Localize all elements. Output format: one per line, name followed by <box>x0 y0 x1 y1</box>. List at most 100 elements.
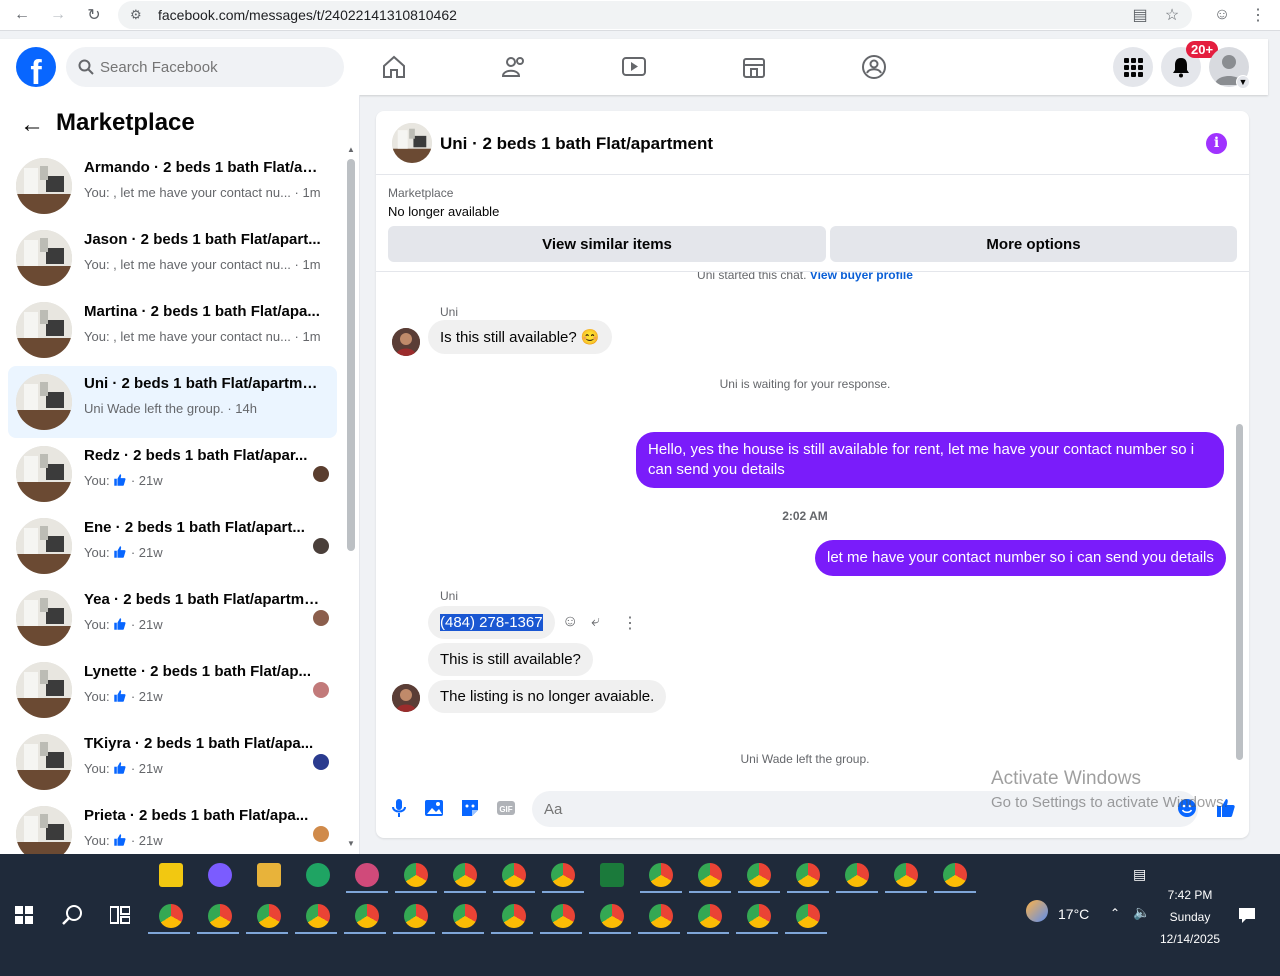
home-icon[interactable] <box>380 53 408 81</box>
friends-icon[interactable] <box>500 53 528 81</box>
notification-center-icon[interactable] <box>1238 906 1256 924</box>
taskbar-app-icon[interactable] <box>159 863 183 887</box>
conversation-item[interactable]: Jason · 2 beds 1 bath Flat/apart... You: … <box>8 222 337 294</box>
weather-temperature[interactable]: 17°C <box>1058 906 1089 922</box>
taskbar-app-icon[interactable] <box>306 863 330 887</box>
taskbar-app-icon[interactable] <box>257 863 281 887</box>
taskbar-search-icon[interactable] <box>61 904 83 926</box>
chrome-window-icon[interactable] <box>600 904 624 928</box>
install-app-icon[interactable]: ▤ <box>1128 4 1152 26</box>
listing-thumbnail[interactable] <box>392 123 432 163</box>
taskbar-app-icon[interactable] <box>747 863 771 887</box>
system-clock[interactable]: 7:42 PM Sunday 12/14/2025 <box>1160 884 1220 950</box>
scroll-down-icon[interactable]: ▼ <box>347 839 355 848</box>
groups-icon[interactable] <box>860 53 888 81</box>
taskbar-app-icon[interactable] <box>943 863 967 887</box>
site-info-icon[interactable]: ⚙ <box>130 7 142 23</box>
tray-chevron-icon[interactable]: ⌃ <box>1110 906 1120 920</box>
chrome-window-icon[interactable] <box>502 904 526 928</box>
chrome-window-icon[interactable] <box>649 904 673 928</box>
incoming-message[interactable]: This is still available? <box>428 643 593 676</box>
taskbar-app-icon[interactable] <box>355 863 379 887</box>
conversation-item[interactable]: TKiyra · 2 beds 1 bath Flat/apa... You: ·… <box>8 726 337 798</box>
back-arrow-icon[interactable]: ← <box>20 111 44 139</box>
address-bar[interactable]: ⚙ facebook.com/messages/t/24022141310810… <box>118 1 1192 29</box>
chrome-window-icon[interactable] <box>257 904 281 928</box>
chrome-window-icon[interactable] <box>306 904 330 928</box>
taskbar-app-icon[interactable] <box>600 863 624 887</box>
taskbar-app-icon[interactable] <box>453 863 477 887</box>
incoming-message[interactable]: The listing is no longer avaiable. <box>428 680 667 713</box>
sender-avatar[interactable] <box>392 328 420 356</box>
conversation-item[interactable]: Yea · 2 beds 1 bath Flat/apartment You: ·… <box>8 582 337 654</box>
conversation-name: Martina · 2 beds 1 bath Flat/apa... <box>84 303 320 320</box>
microphone-icon[interactable] <box>388 797 410 819</box>
windows-start-icon[interactable] <box>15 906 33 924</box>
chrome-window-icon[interactable] <box>698 904 722 928</box>
sidebar-scrollbar[interactable] <box>347 159 355 551</box>
browser-menu-icon[interactable]: ⋮ <box>1246 4 1270 26</box>
taskbar-app-icon[interactable] <box>894 863 918 887</box>
outgoing-message[interactable]: let me have your contact number so i can… <box>815 540 1226 576</box>
taskbar-app-icon[interactable] <box>551 863 575 887</box>
chrome-window-icon[interactable] <box>159 904 183 928</box>
taskbar-app-icon[interactable] <box>698 863 722 887</box>
conversation-item[interactable]: Redz · 2 beds 1 bath Flat/apar... You: · … <box>8 438 337 510</box>
incoming-message[interactable]: Is this still available? 😊 <box>428 320 612 354</box>
profile-icon[interactable]: ☺ <box>1210 4 1234 26</box>
chrome-window-icon[interactable] <box>747 904 771 928</box>
view-buyer-profile-link[interactable]: View buyer profile <box>810 272 913 282</box>
incoming-message-phone[interactable]: (484) 278-1367 <box>428 606 555 639</box>
more-options-button[interactable]: More options <box>830 226 1237 262</box>
chrome-window-icon[interactable] <box>404 904 428 928</box>
chrome-window-icon[interactable] <box>796 904 820 928</box>
taskbar-app-icon[interactable] <box>649 863 673 887</box>
search-input[interactable] <box>100 47 330 87</box>
chat-scrollbar[interactable] <box>1236 424 1243 760</box>
task-view-icon[interactable] <box>110 906 130 924</box>
sender-avatar[interactable] <box>392 684 420 712</box>
facebook-logo-icon[interactable]: f <box>16 47 56 87</box>
conversation-item[interactable]: Martina · 2 beds 1 bath Flat/apa... You: … <box>8 294 337 366</box>
conversation-item[interactable]: Prieta · 2 beds 1 bath Flat/apa... You: ·… <box>8 798 337 854</box>
weather-icon[interactable] <box>1026 900 1048 922</box>
taskbar-app-icon[interactable] <box>502 863 526 887</box>
network-icon[interactable]: ▤ <box>1133 866 1146 883</box>
chrome-window-icon[interactable] <box>453 904 477 928</box>
conversation-item[interactable]: Uni · 2 beds 1 bath Flat/apartment Uni Wa… <box>8 366 337 438</box>
reload-icon[interactable]: ↻ <box>82 4 106 26</box>
conversation-item[interactable]: Ene · 2 beds 1 bath Flat/apart... You: · … <box>8 510 337 582</box>
clock-time: 7:42 PM <box>1167 888 1213 902</box>
bookmark-star-icon[interactable]: ☆ <box>1160 4 1184 26</box>
conversation-item[interactable]: Armando · 2 beds 1 bath Flat/ap... You: ,… <box>8 150 337 222</box>
reply-icon[interactable]: ⤶ <box>591 613 600 631</box>
info-icon[interactable]: i <box>1206 133 1227 154</box>
scroll-up-icon[interactable]: ▲ <box>347 145 355 154</box>
chrome-window-icon[interactable] <box>355 904 379 928</box>
marketplace-icon[interactable] <box>740 53 768 81</box>
view-similar-items-button[interactable]: View similar items <box>388 226 826 262</box>
sticker-icon[interactable] <box>459 797 481 819</box>
chrome-window-icon[interactable] <box>551 904 575 928</box>
back-icon[interactable]: ← <box>10 4 34 26</box>
menu-grid-button[interactable] <box>1113 47 1153 87</box>
more-actions-icon[interactable]: ⋮ <box>622 613 638 633</box>
forward-icon[interactable]: → <box>46 4 70 26</box>
photo-icon[interactable] <box>423 797 445 819</box>
taskbar-app-icon[interactable] <box>404 863 428 887</box>
volume-icon[interactable]: 🔈 <box>1133 904 1150 921</box>
taskbar-app-icon[interactable] <box>845 863 869 887</box>
chrome-window-icon[interactable] <box>208 904 232 928</box>
conversation-item[interactable]: Lynette · 2 beds 1 bath Flat/ap... You: ·… <box>8 654 337 726</box>
gif-icon[interactable]: GIF <box>495 797 517 819</box>
selected-phone-text[interactable]: (484) 278-1367 <box>440 614 543 631</box>
outgoing-message[interactable]: Hello, yes the house is still available … <box>636 432 1224 488</box>
chevron-down-icon[interactable]: ▼ <box>1236 75 1250 89</box>
search-box[interactable] <box>66 47 344 87</box>
chat-title[interactable]: Uni · 2 beds 1 bath Flat/apartment <box>440 134 713 154</box>
taskbar-app-icon[interactable] <box>796 863 820 887</box>
svg-text:GIF: GIF <box>499 805 512 814</box>
react-emoji-icon[interactable]: ☺ <box>562 613 578 631</box>
taskbar-app-icon[interactable] <box>208 863 232 887</box>
video-icon[interactable] <box>620 53 648 81</box>
